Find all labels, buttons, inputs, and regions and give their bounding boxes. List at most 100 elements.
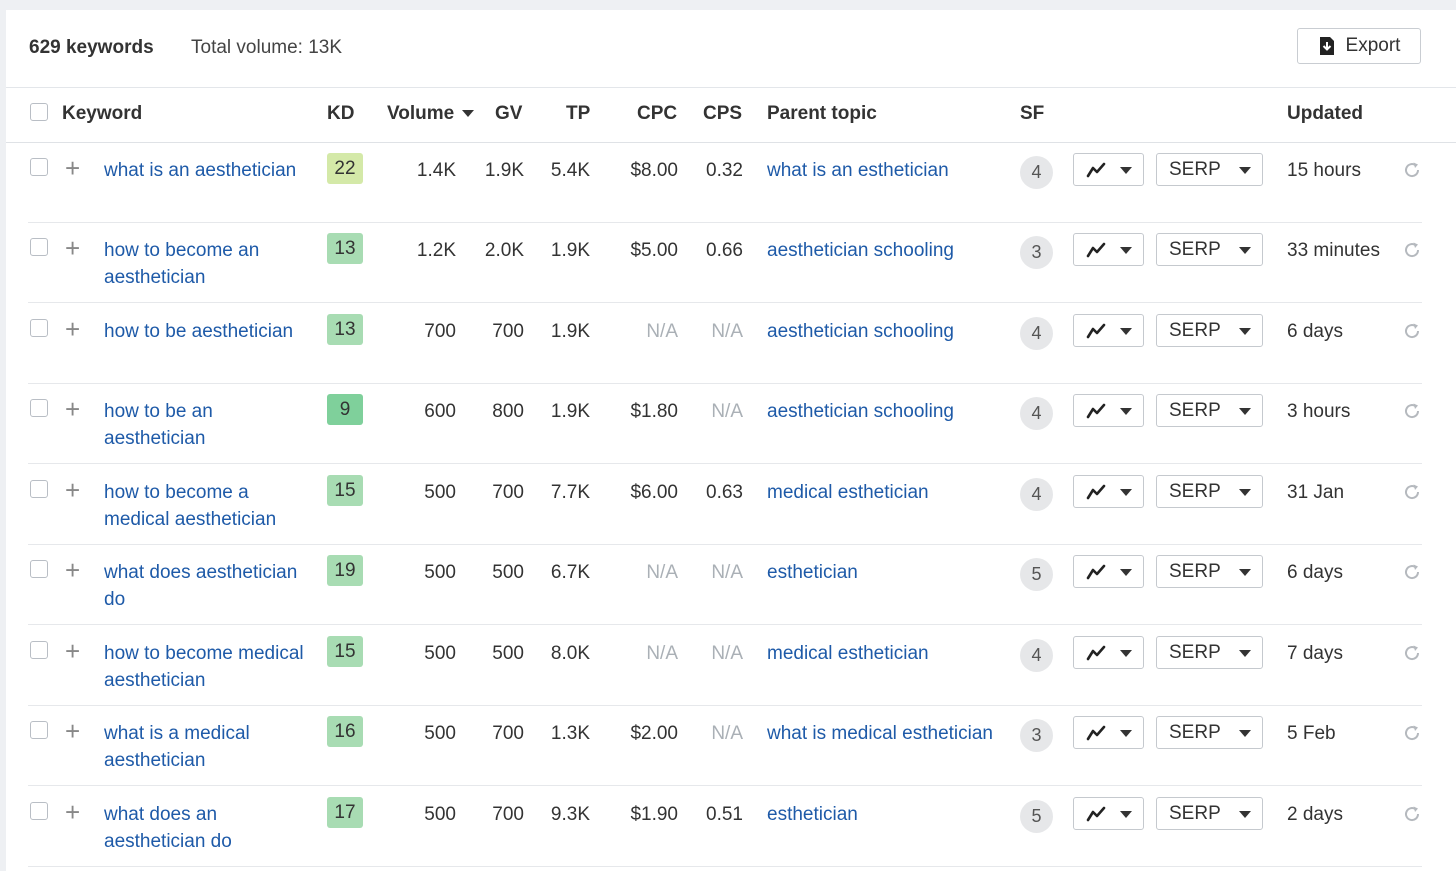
sf-count-badge[interactable]: 3 xyxy=(1020,719,1053,752)
column-kd[interactable]: KD xyxy=(327,103,354,125)
parent-topic-link[interactable]: aesthetician schooling xyxy=(767,318,997,345)
refresh-icon[interactable] xyxy=(1402,562,1422,582)
parent-topic-link[interactable]: medical esthetician xyxy=(767,479,997,506)
plus-icon[interactable]: + xyxy=(65,477,80,503)
kd-badge: 13 xyxy=(327,314,363,345)
serp-dropdown-button[interactable]: SERP xyxy=(1156,636,1263,669)
serp-dropdown-button[interactable]: SERP xyxy=(1156,797,1263,830)
plus-icon[interactable]: + xyxy=(65,235,80,261)
keyword-link[interactable]: what is an aesthetician xyxy=(104,157,314,184)
keyword-link[interactable]: what does an aesthetician do xyxy=(104,801,314,855)
column-keyword[interactable]: Keyword xyxy=(62,103,142,125)
parent-topic-link[interactable]: what is medical esthetician xyxy=(767,720,997,747)
plus-icon[interactable]: + xyxy=(65,155,80,181)
sf-count-badge[interactable]: 4 xyxy=(1020,156,1053,189)
cps-value: N/A xyxy=(711,723,743,744)
sf-count-badge[interactable]: 4 xyxy=(1020,317,1053,350)
row-checkbox[interactable] xyxy=(30,480,48,498)
keyword-link[interactable]: how to be aesthetician xyxy=(104,318,314,345)
sf-count-badge[interactable]: 4 xyxy=(1020,478,1053,511)
column-tp[interactable]: TP xyxy=(566,103,590,125)
serp-dropdown-button[interactable]: SERP xyxy=(1156,233,1263,266)
sf-count-badge[interactable]: 5 xyxy=(1020,558,1053,591)
trend-chart-icon xyxy=(1086,323,1106,339)
column-updated[interactable]: Updated xyxy=(1287,103,1363,125)
serp-dropdown-button[interactable]: SERP xyxy=(1156,394,1263,427)
keyword-link[interactable]: how to become an aesthetician xyxy=(104,237,314,291)
row-checkbox[interactable] xyxy=(30,158,48,176)
trend-dropdown-button[interactable] xyxy=(1073,475,1144,508)
trend-dropdown-button[interactable] xyxy=(1073,394,1144,427)
column-cpc[interactable]: CPC xyxy=(637,103,677,125)
plus-icon[interactable]: + xyxy=(65,557,80,583)
trend-dropdown-button[interactable] xyxy=(1073,716,1144,749)
serp-dropdown-button[interactable]: SERP xyxy=(1156,475,1263,508)
trend-dropdown-button[interactable] xyxy=(1073,233,1144,266)
refresh-icon[interactable] xyxy=(1402,160,1422,180)
sf-count-badge[interactable]: 4 xyxy=(1020,397,1053,430)
row-checkbox[interactable] xyxy=(30,802,48,820)
updated-time: 31 Jan xyxy=(1287,482,1345,503)
refresh-icon[interactable] xyxy=(1402,723,1422,743)
serp-dropdown-button[interactable]: SERP xyxy=(1156,314,1263,347)
trend-dropdown-button[interactable] xyxy=(1073,636,1144,669)
row-checkbox[interactable] xyxy=(30,641,48,659)
refresh-icon[interactable] xyxy=(1402,321,1422,341)
row-checkbox[interactable] xyxy=(30,238,48,256)
row-checkbox[interactable] xyxy=(30,399,48,417)
trend-dropdown-button[interactable] xyxy=(1073,153,1144,186)
parent-topic-link[interactable]: aesthetician schooling xyxy=(767,398,997,425)
refresh-icon[interactable] xyxy=(1402,482,1422,502)
caret-down-icon xyxy=(1239,569,1251,576)
plus-icon[interactable]: + xyxy=(65,718,80,744)
column-volume[interactable]: Volume xyxy=(387,103,474,125)
trend-dropdown-button[interactable] xyxy=(1073,797,1144,830)
refresh-icon[interactable] xyxy=(1402,240,1422,260)
sf-count-badge[interactable]: 3 xyxy=(1020,236,1053,269)
trend-chart-icon xyxy=(1086,484,1106,500)
serp-dropdown-button[interactable]: SERP xyxy=(1156,555,1263,588)
caret-down-icon xyxy=(1120,811,1132,818)
sf-count-badge[interactable]: 4 xyxy=(1020,639,1053,672)
row-checkbox[interactable] xyxy=(30,721,48,739)
refresh-icon[interactable] xyxy=(1402,804,1422,824)
row-checkbox[interactable] xyxy=(30,319,48,337)
serp-label: SERP xyxy=(1169,722,1221,743)
sf-count-badge[interactable]: 5 xyxy=(1020,800,1053,833)
keyword-link[interactable]: how to become medical aesthetician xyxy=(104,640,314,694)
serp-dropdown-button[interactable]: SERP xyxy=(1156,153,1263,186)
row-checkbox[interactable] xyxy=(30,560,48,578)
serp-label: SERP xyxy=(1169,239,1221,260)
gv-value: 800 xyxy=(492,401,524,422)
keyword-link[interactable]: what is a medical aesthetician xyxy=(104,720,314,774)
parent-topic-link[interactable]: what is an esthetician xyxy=(767,157,997,184)
plus-icon[interactable]: + xyxy=(65,638,80,664)
export-button[interactable]: Export xyxy=(1297,28,1421,64)
serp-dropdown-button[interactable]: SERP xyxy=(1156,716,1263,749)
column-cps[interactable]: CPS xyxy=(703,103,742,125)
select-all-checkbox[interactable] xyxy=(30,103,48,121)
column-sf[interactable]: SF xyxy=(1020,103,1044,125)
parent-topic-link[interactable]: esthetician xyxy=(767,801,997,828)
refresh-icon[interactable] xyxy=(1402,643,1422,663)
keyword-link[interactable]: what does aesthetician do xyxy=(104,559,314,613)
column-parent-topic[interactable]: Parent topic xyxy=(767,103,877,125)
caret-down-icon xyxy=(1239,730,1251,737)
keyword-link[interactable]: how to become a medical aesthetician xyxy=(104,479,314,533)
column-gv[interactable]: GV xyxy=(495,103,522,125)
total-volume: Total volume: 13K xyxy=(191,37,343,58)
refresh-icon[interactable] xyxy=(1402,401,1422,421)
keywords-panel: 629 keywords Total volume: 13K Export Ke… xyxy=(6,10,1456,871)
plus-icon[interactable]: + xyxy=(65,396,80,422)
keyword-link[interactable]: how to be an aesthetician xyxy=(104,398,314,452)
plus-icon[interactable]: + xyxy=(65,316,80,342)
serp-label: SERP xyxy=(1169,561,1221,582)
parent-topic-link[interactable]: esthetician xyxy=(767,559,997,586)
trend-dropdown-button[interactable] xyxy=(1073,555,1144,588)
trend-dropdown-button[interactable] xyxy=(1073,314,1144,347)
plus-icon[interactable]: + xyxy=(65,799,80,825)
serp-label: SERP xyxy=(1169,481,1221,502)
cps-value: 0.63 xyxy=(706,482,743,503)
parent-topic-link[interactable]: aesthetician schooling xyxy=(767,237,997,264)
parent-topic-link[interactable]: medical esthetician xyxy=(767,640,997,667)
